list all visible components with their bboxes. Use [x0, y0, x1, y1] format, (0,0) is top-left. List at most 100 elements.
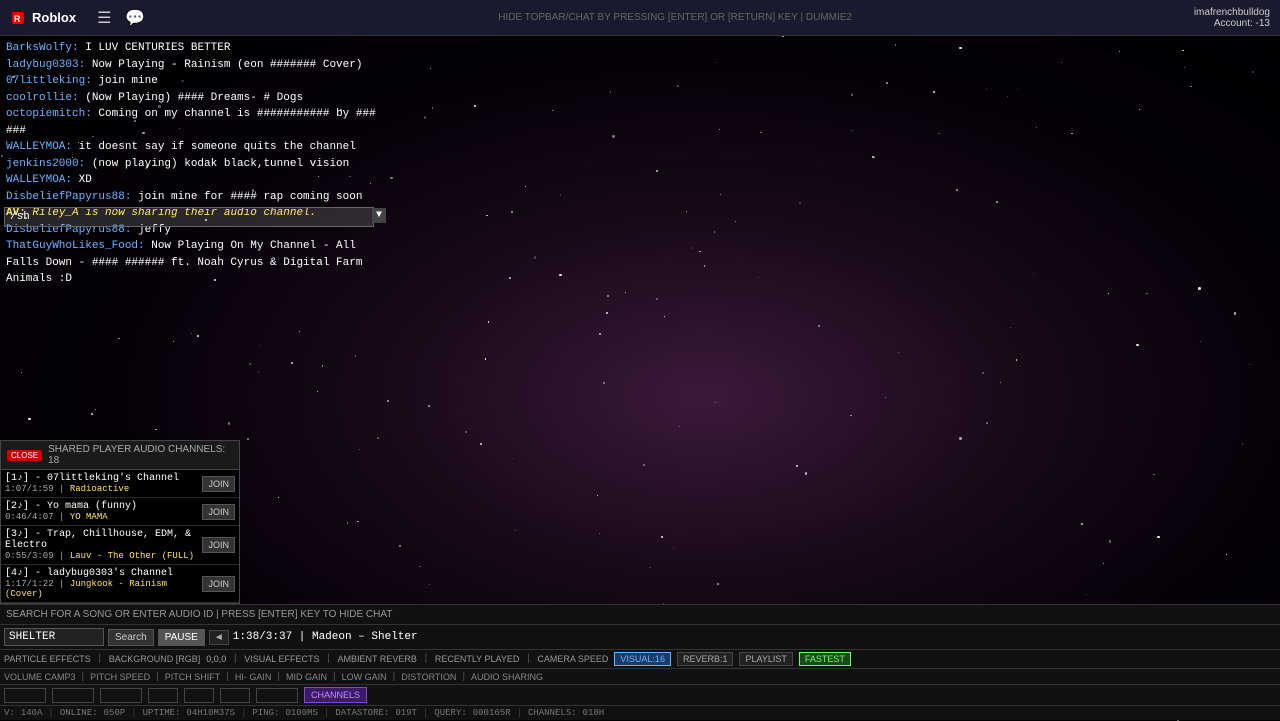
bottom-panel: SEARCH FOR A SONG OR ENTER AUDIO ID | PR…: [0, 604, 1280, 720]
datastore-label: DATASTORE:: [335, 708, 389, 718]
roblox-icon: R: [10, 10, 26, 26]
visual-effects-label: VISUAL EFFECTS: [244, 654, 319, 664]
channels-header-title: SHARED PLAYER AUDIO CHANNELS: 18: [48, 444, 233, 466]
chat-line: WALLEYMOA: XD: [0, 172, 390, 189]
channels-button[interactable]: CHANNELS: [304, 687, 367, 703]
online-label: ONLINE:: [60, 708, 98, 718]
topbar-account: imafrenchbulldog Account: -13: [1194, 7, 1280, 29]
pitch-shift-input[interactable]: 1.000: [100, 688, 142, 703]
sep3: |: [325, 654, 331, 665]
distortion-label: DISTORTION: [401, 672, 456, 682]
hamburger-icon[interactable]: ☰: [91, 4, 117, 32]
song-input[interactable]: [4, 628, 104, 646]
v-val: 140A: [21, 708, 43, 718]
topbar-icons: ☰ 💬: [86, 4, 156, 32]
audio-sharing-label: AUDIO SHARING: [471, 672, 543, 682]
recently-played-label: RECENTLY PLAYED: [435, 654, 520, 664]
ping-label: PING:: [252, 708, 279, 718]
low-gain-label: LOW GAIN: [342, 672, 387, 682]
svg-text:R: R: [14, 14, 21, 24]
channel-item: [4♪] - ladybug0303's Channel 1:17/1:22 |…: [1, 565, 239, 603]
search-button[interactable]: Search: [108, 629, 154, 646]
now-playing-text: 1:38/3:37 | Madeon – Shelter: [233, 631, 1276, 643]
pitch-speed-input[interactable]: 1.000: [52, 688, 94, 703]
channels-status-val: 018H: [583, 708, 605, 718]
sep2: |: [232, 654, 238, 665]
effects-row: PARTICLE EFFECTS | BACKGROUND [RGB] 0,0,…: [0, 650, 1280, 669]
join-channel-button[interactable]: JOIN: [202, 504, 235, 520]
rgb-value: 0,0,0: [206, 654, 226, 664]
pitch-shift-label: PITCH SHIFT: [165, 672, 221, 682]
chat-input-area: ▼: [0, 204, 390, 229]
chat-line: coolrollie: (Now Playing) #### Dreams- #…: [0, 90, 390, 107]
roblox-logo: R Roblox: [0, 10, 86, 26]
channel-info: [1♪] - 07littleking's Channel 1:07/1:59 …: [5, 473, 198, 494]
channel-name: [4♪] - ladybug0303's Channel: [5, 568, 198, 579]
status-bar: V: 140A | ONLINE: 050P | UPTIME: 04H10M3…: [0, 706, 1280, 720]
pitch-speed-label: PITCH SPEED: [90, 672, 150, 682]
channels-status-label: CHANNELS:: [528, 708, 577, 718]
channel-item: [2♪] - Yo mama (funny) 0:46/4:07 | YO MA…: [1, 498, 239, 526]
v-label: V:: [4, 708, 15, 718]
ambient-reverb-label: AMBIENT REVERB: [337, 654, 416, 664]
pause-button[interactable]: PAUSE: [158, 629, 205, 646]
channel-name: [1♪] - 07littleking's Channel: [5, 473, 198, 484]
channel-info: [2♪] - Yo mama (funny) 0:46/4:07 | YO MA…: [5, 501, 198, 522]
volume-label: VOLUME CAMP3: [4, 672, 76, 682]
chat-icon[interactable]: 💬: [119, 4, 151, 32]
volume-input[interactable]: 100.000: [4, 688, 46, 703]
channel-song: 1:17/1:22 | Jungkook - Rainism (Cover): [5, 579, 198, 599]
channel-item: [1♪] - 07littleking's Channel 1:07/1:59 …: [1, 470, 239, 498]
sep5: |: [525, 654, 531, 665]
join-channel-button[interactable]: JOIN: [202, 576, 235, 592]
visual-button[interactable]: VISUAL:16: [614, 652, 671, 666]
channels-list: [1♪] - 07littleking's Channel 1:07/1:59 …: [1, 470, 239, 603]
chat-scroll-button[interactable]: ▼: [372, 208, 386, 223]
channel-song: 0:46/4:07 | YO MAMA: [5, 512, 198, 522]
ping-val: 0100MS: [286, 708, 318, 718]
channels-panel: CLOSE SHARED PLAYER AUDIO CHANNELS: 18 […: [0, 440, 240, 604]
background-rgb-label: BACKGROUND [RGB]: [109, 654, 201, 664]
query-label: QUERY:: [434, 708, 466, 718]
search-hint-text: SEARCH FOR A SONG OR ENTER AUDIO ID | PR…: [6, 609, 392, 620]
mid-gain-input[interactable]: 6.0: [184, 688, 214, 703]
arrow-left-button[interactable]: ◄: [209, 630, 229, 645]
chat-line: ThatGuyWhoLikes_Food: Now Playing On My …: [0, 238, 390, 288]
channels-close-button[interactable]: CLOSE: [7, 450, 42, 461]
online-val: 050P: [104, 708, 126, 718]
channels-panel-header: CLOSE SHARED PLAYER AUDIO CHANNELS: 18: [1, 441, 239, 470]
search-bar-hint: SEARCH FOR A SONG OR ENTER AUDIO ID | PR…: [0, 605, 1280, 625]
channel-song: 0:55/3:09 | Lauv - The Other (FULL): [5, 551, 198, 561]
roblox-title: Roblox: [32, 10, 76, 25]
low-gain-input[interactable]: 5.0: [220, 688, 250, 703]
chat-line: ladybug0303: Now Playing - Rainism (eon …: [0, 57, 390, 74]
chat-input[interactable]: [4, 207, 374, 227]
hi-gain-input[interactable]: 3.0: [148, 688, 178, 703]
chat-panel: BarksWolfy: I LUV CENTURIES BETTERladybu…: [0, 36, 390, 292]
channel-name: [2♪] - Yo mama (funny): [5, 501, 198, 512]
sep1: |: [97, 654, 103, 665]
playlist-button[interactable]: PLAYLIST: [739, 652, 792, 666]
chat-line: jenkins2000: (now playing) kodak black,t…: [0, 156, 390, 173]
account-name: imafrenchbulldog: [1194, 7, 1270, 18]
join-channel-button[interactable]: JOIN: [202, 476, 235, 492]
mid-gain-label: MID GAIN: [286, 672, 327, 682]
reverb-button[interactable]: REVERB:1: [677, 652, 734, 666]
channel-song: 1:07/1:59 | Radioactive: [5, 484, 198, 494]
channel-item: [3♪] - Trap, Chillhouse, EDM, & Electro …: [1, 526, 239, 565]
channel-info: [3♪] - Trap, Chillhouse, EDM, & Electro …: [5, 529, 198, 561]
chat-line: 07littleking: join mine: [0, 73, 390, 90]
join-channel-button[interactable]: JOIN: [202, 537, 235, 553]
uptime-val: 04H10M37S: [186, 708, 235, 718]
chat-line: WALLEYMOA: it doesnt say if someone quit…: [0, 139, 390, 156]
datastore-val: 019T: [395, 708, 417, 718]
player-row: Search PAUSE ◄ 1:38/3:37 | Madeon – Shel…: [0, 625, 1280, 650]
distortion-input[interactable]: 0.000: [256, 688, 298, 703]
fastest-button[interactable]: FASTEST: [799, 652, 851, 666]
query-val: 000165R: [473, 708, 511, 718]
chat-line: DisbeliefPapyrus88: join mine for #### r…: [0, 189, 390, 206]
particle-effects-label: PARTICLE EFFECTS: [4, 654, 91, 664]
settings-labels-row: VOLUME CAMP3 | PITCH SPEED | PITCH SHIFT…: [0, 669, 1280, 685]
uptime-label: UPTIME:: [143, 708, 181, 718]
topbar: R Roblox ☰ 💬 HIDE TOPBAR/CHAT BY PRESSIN…: [0, 0, 1280, 36]
